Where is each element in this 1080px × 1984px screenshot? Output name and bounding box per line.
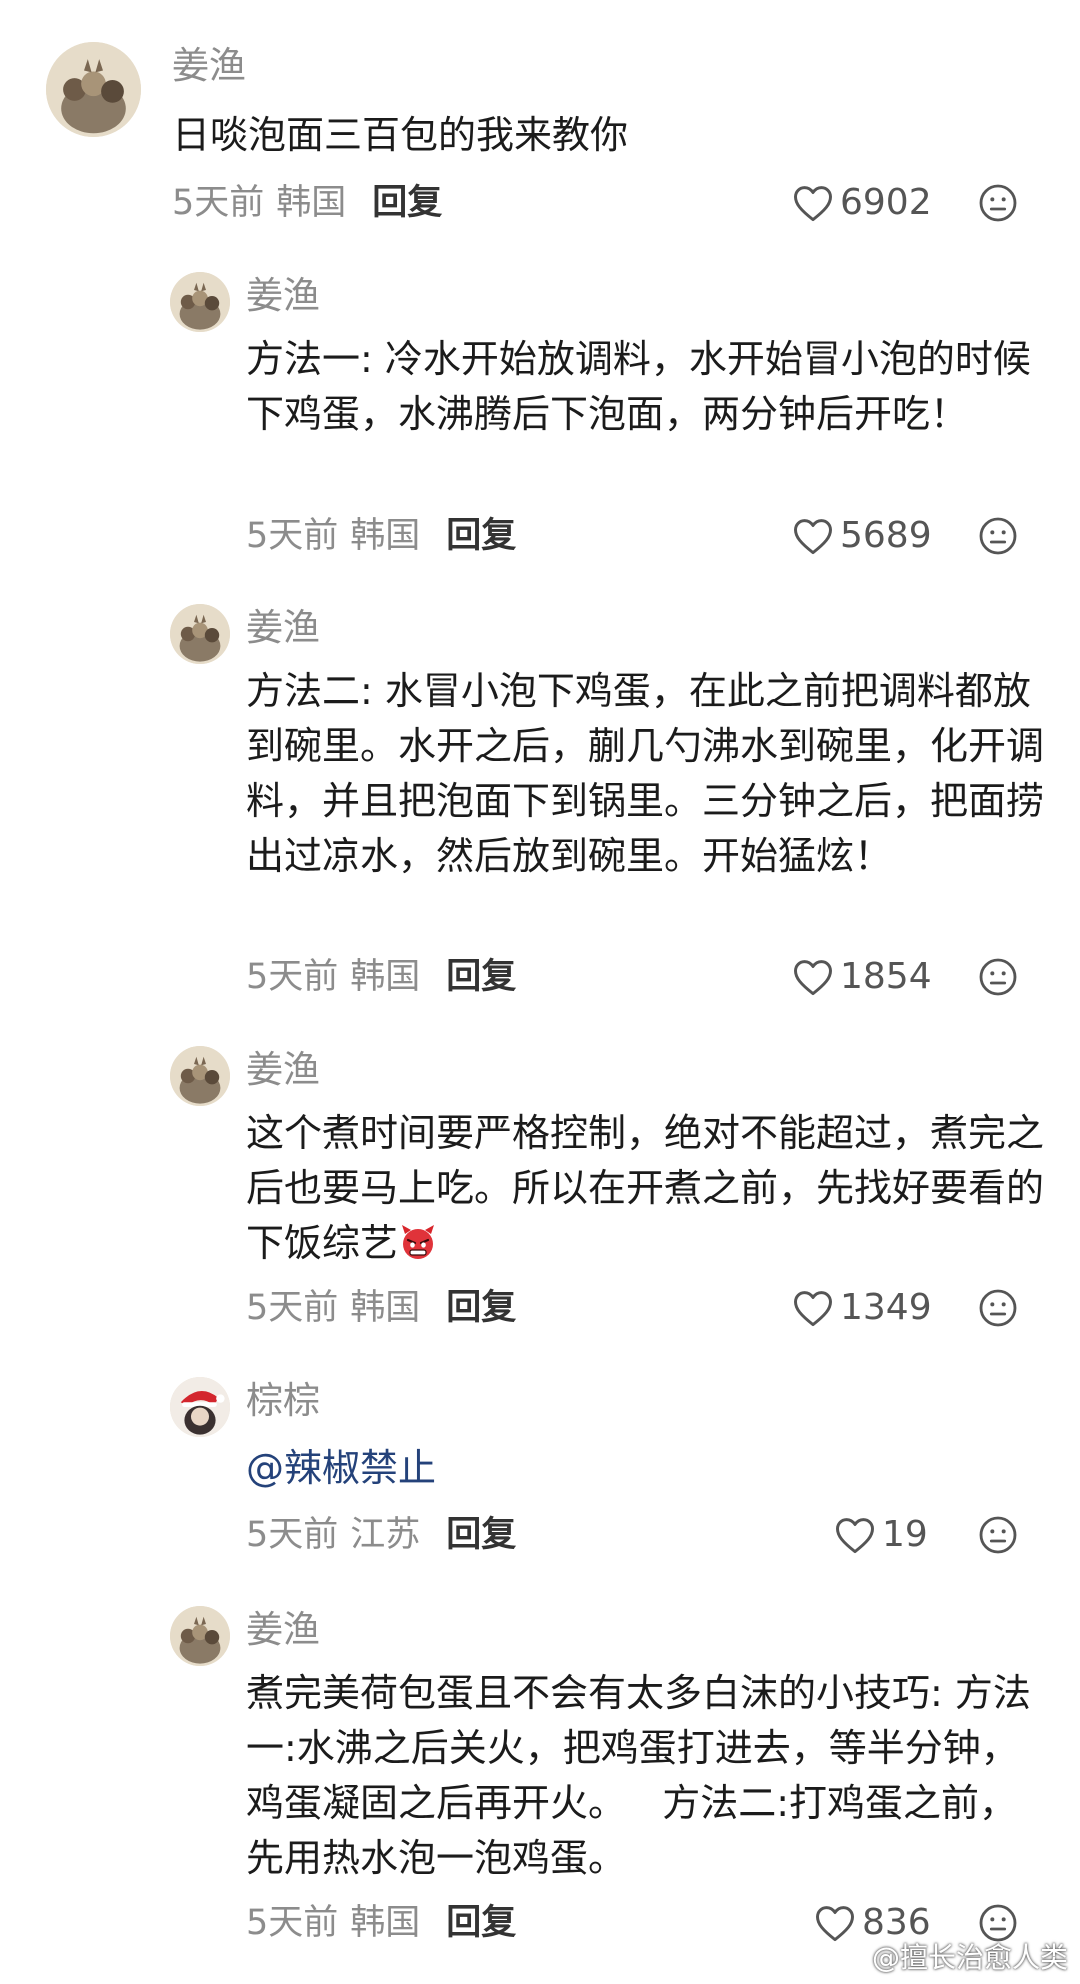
like-count: 1349 [840, 1287, 932, 1328]
neutral-face-icon [979, 958, 1017, 996]
timestamp: 5天前 [246, 957, 339, 997]
like-button[interactable]: 1854 [792, 955, 932, 999]
timestamp: 5天前 [246, 1903, 339, 1943]
comment-text-body: 这个煮时间要严格控制，绝对不能超过，煮完之后也要马上吃。所以在开煮之前，先找好要… [246, 1111, 1045, 1265]
dislike-button[interactable] [978, 1288, 1018, 1328]
location: 韩国 [350, 1903, 421, 1943]
dislike-button[interactable] [978, 1515, 1018, 1555]
comment-text: 方法一: 冷水开始放调料，水开始冒小泡的时候下鸡蛋，水沸腾后下泡面，两分钟后开吃… [246, 337, 1031, 436]
watermark-text: @擅长治愈人类 [871, 1941, 1068, 1974]
username[interactable]: 姜渔 [246, 274, 320, 318]
avatar[interactable] [170, 1606, 230, 1666]
avatar[interactable] [170, 604, 230, 664]
username[interactable]: 姜渔 [246, 1608, 320, 1652]
location: 韩国 [276, 183, 347, 223]
dislike-button[interactable] [978, 183, 1018, 223]
like-button[interactable]: 5689 [792, 514, 932, 558]
mention-link[interactable]: @辣椒禁止 [246, 1441, 1046, 1496]
like-button[interactable]: 1349 [792, 1286, 932, 1330]
comment-text: 日啖泡面三百包的我来教你 [172, 113, 629, 157]
comment-meta: 5天前 韩国 回复 [172, 181, 442, 225]
username[interactable]: 姜渔 [246, 606, 320, 650]
dislike-button[interactable] [978, 957, 1018, 997]
avatar[interactable] [170, 1377, 230, 1437]
heart-icon [794, 1291, 832, 1327]
reply-button[interactable]: 回复 [446, 516, 516, 556]
avatar[interactable] [46, 42, 141, 137]
avatar[interactable] [170, 1046, 230, 1106]
username[interactable]: 姜渔 [172, 44, 246, 88]
like-count: 19 [882, 1514, 928, 1555]
reply-button[interactable]: 回复 [446, 1288, 516, 1328]
reply-button[interactable]: 回复 [446, 1515, 516, 1555]
reply-button[interactable]: 回复 [446, 957, 516, 997]
like-button[interactable]: 6902 [792, 181, 932, 225]
neutral-face-icon [979, 1516, 1017, 1554]
angry-devil-emoji [402, 1225, 435, 1259]
neutral-face-icon [979, 184, 1017, 222]
location: 韩国 [350, 957, 421, 997]
comment-text: 煮完美荷包蛋且不会有太多白沫的小技巧: 方法一:水沸之后关火，把鸡蛋打进去，等半… [246, 1671, 1031, 1880]
comment-meta: 5天前 韩国 回复 [246, 1286, 516, 1330]
weibo-watermark: @擅长治愈人类 [836, 1936, 1068, 1976]
like-button[interactable]: 19 [834, 1513, 928, 1557]
comment-text: 这个煮时间要严格控制，绝对不能超过，煮完之后也要马上吃。所以在开煮之前，先找好要… [246, 1106, 1046, 1271]
weibo-logo-icon [836, 1945, 865, 1969]
heart-icon [794, 960, 832, 996]
comment-text: 方法二: 水冒小泡下鸡蛋，在此之前把调料都放到碗里。水开之后，蒯几勺沸水到碗里，… [246, 669, 1045, 878]
neutral-face-icon [979, 517, 1017, 555]
location: 韩国 [350, 516, 421, 556]
avatar[interactable] [170, 272, 230, 332]
location: 韩国 [350, 1288, 421, 1328]
like-count: 6902 [840, 182, 932, 223]
heart-icon [794, 519, 832, 555]
comment-meta: 5天前 韩国 回复 [246, 1901, 516, 1945]
dislike-button[interactable] [978, 516, 1018, 556]
timestamp: 5天前 [246, 1515, 339, 1555]
heart-icon [836, 1518, 874, 1554]
username[interactable]: 棕棕 [246, 1379, 320, 1423]
location: 江苏 [350, 1515, 421, 1555]
username[interactable]: 姜渔 [246, 1048, 320, 1092]
timestamp: 5天前 [246, 1288, 339, 1328]
timestamp: 5天前 [246, 516, 339, 556]
like-count: 5689 [840, 515, 932, 556]
neutral-face-icon [979, 1289, 1017, 1327]
like-count: 1854 [840, 956, 932, 997]
timestamp: 5天前 [172, 183, 265, 223]
heart-icon [794, 186, 832, 222]
comment-meta: 5天前 韩国 回复 [246, 514, 516, 558]
reply-button[interactable]: 回复 [446, 1903, 516, 1943]
comment-meta: 5天前 江苏 回复 [246, 1513, 516, 1557]
reply-button[interactable]: 回复 [372, 183, 442, 223]
comment-meta: 5天前 韩国 回复 [246, 955, 516, 999]
